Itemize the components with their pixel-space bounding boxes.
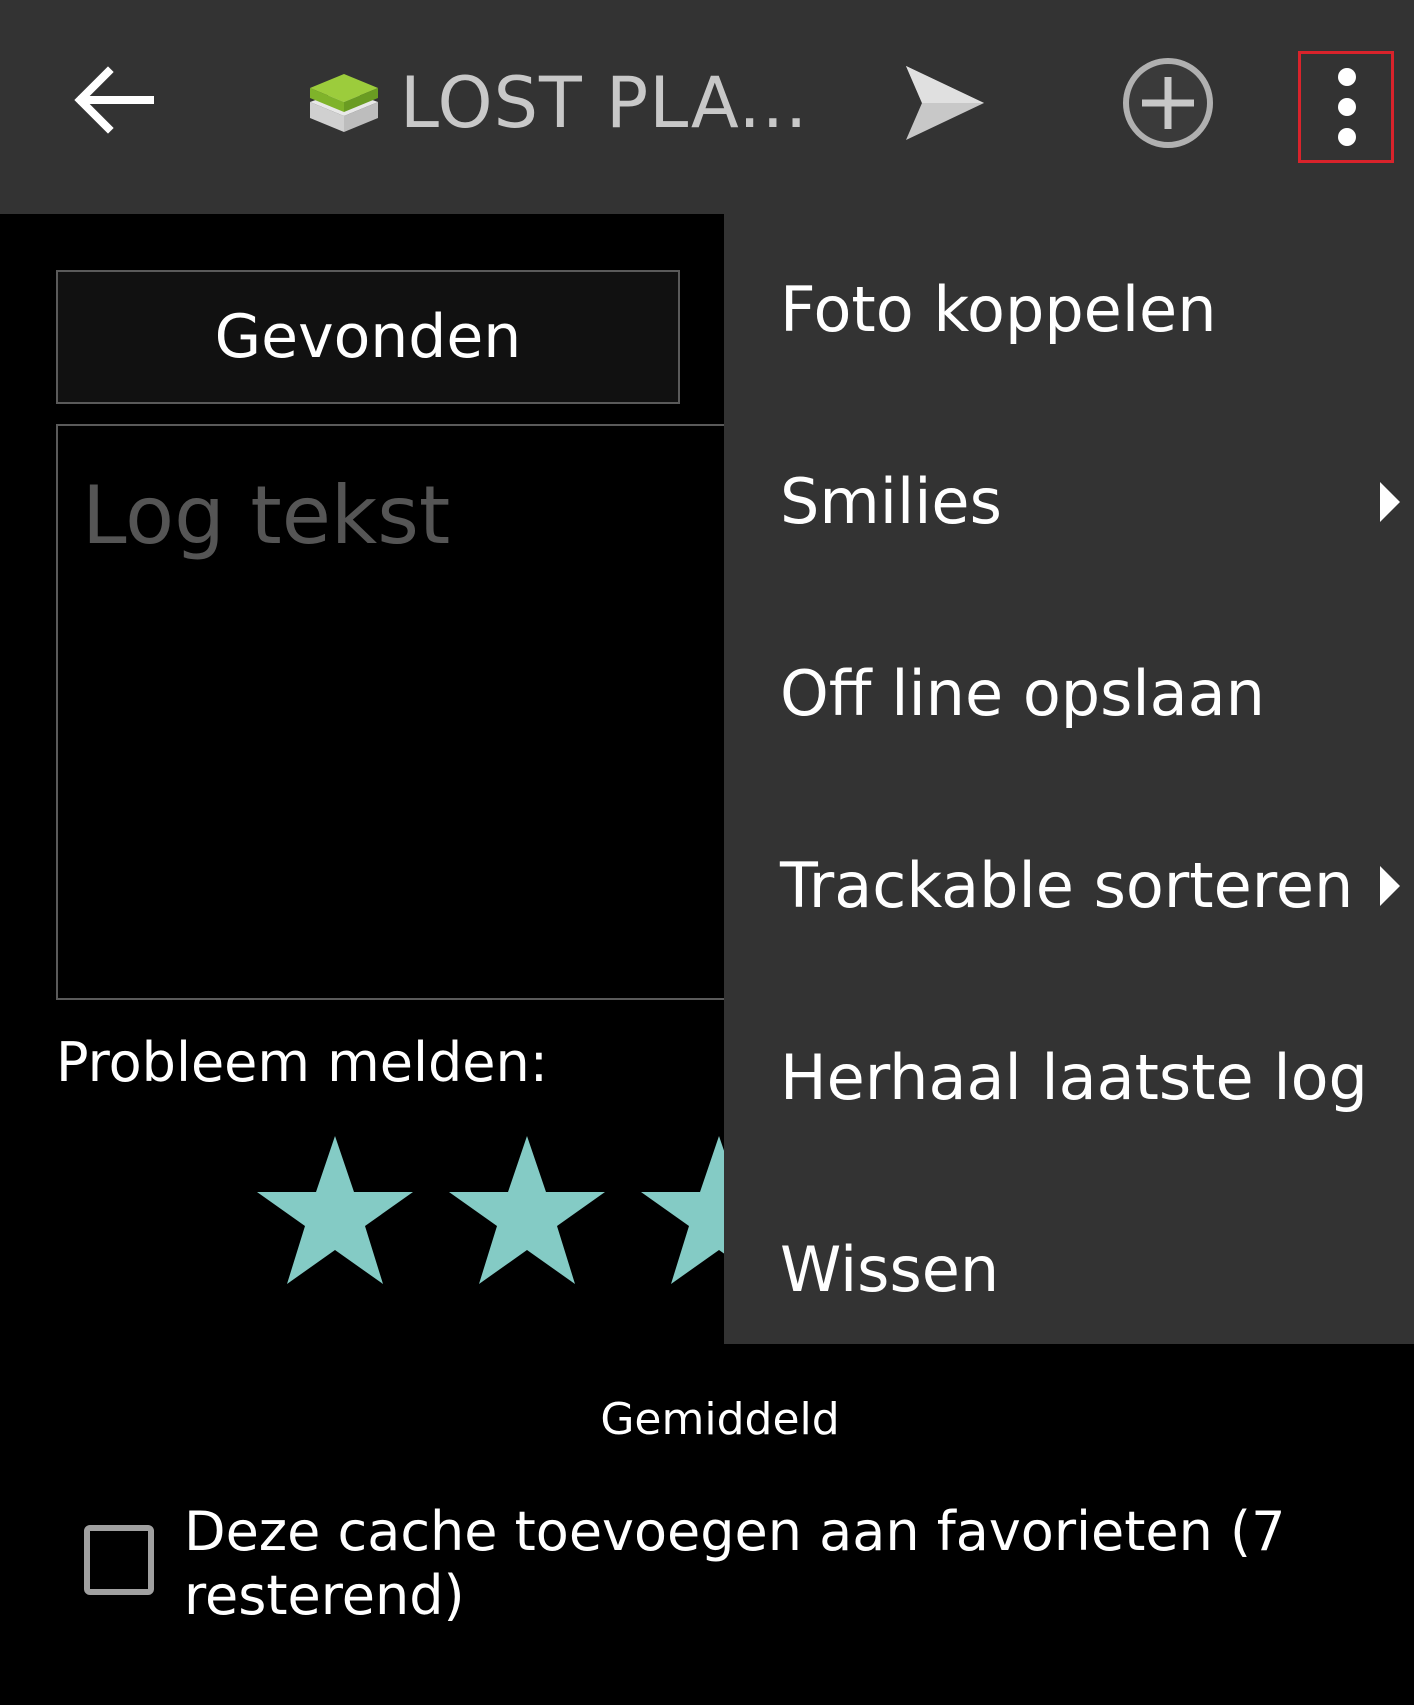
menu-item-label: Herhaal laatste log	[780, 1041, 1368, 1114]
menu-item-trackable-sorteren[interactable]: Trackable sorteren	[724, 790, 1414, 982]
back-arrow-icon	[74, 66, 154, 134]
submenu-arrow-icon	[1380, 482, 1400, 522]
star-icon[interactable]	[447, 1132, 607, 1292]
menu-item-offline-opslaan[interactable]: Off line opslaan	[724, 598, 1414, 790]
menu-item-smilies[interactable]: Smilies	[724, 406, 1414, 598]
rating-label: Gemiddeld	[600, 1394, 840, 1445]
overflow-menu-button[interactable]	[1298, 51, 1394, 163]
cache-icon	[306, 68, 382, 138]
app-bar: LOST PLA...	[0, 0, 1414, 214]
favorite-label[interactable]: Deze cache toevoegen aan favorieten (7 r…	[184, 1500, 1384, 1628]
menu-item-wissen[interactable]: Wissen	[724, 1174, 1414, 1366]
menu-item-label: Smilies	[780, 465, 1002, 538]
menu-item-label: Foto koppelen	[780, 273, 1217, 346]
log-text-input[interactable]: Log tekst	[56, 424, 756, 1000]
menu-item-foto-koppelen[interactable]: Foto koppelen	[724, 214, 1414, 406]
log-text-placeholder: Log tekst	[82, 469, 451, 562]
problem-label: Probleem melden:	[56, 1031, 548, 1094]
submenu-arrow-icon	[1380, 866, 1400, 906]
star-icon[interactable]	[255, 1132, 415, 1292]
page-title: LOST PLA...	[400, 62, 809, 144]
add-button[interactable]	[1120, 55, 1216, 151]
overflow-menu-icon-dot	[1338, 128, 1356, 146]
send-button[interactable]	[900, 58, 990, 148]
menu-item-label: Off line opslaan	[780, 657, 1265, 730]
log-type-select[interactable]: Gevonden	[56, 270, 680, 404]
send-icon	[906, 66, 984, 140]
menu-item-label: Wissen	[780, 1233, 1000, 1306]
menu-item-herhaal-laatste-log[interactable]: Herhaal laatste log	[724, 982, 1414, 1174]
back-button[interactable]	[62, 50, 162, 150]
overflow-menu: Foto koppelen Smilies Off line opslaan T…	[724, 214, 1414, 1344]
add-circle-icon	[1123, 58, 1213, 148]
menu-item-label: Trackable sorteren	[780, 849, 1354, 922]
favorite-checkbox[interactable]	[84, 1525, 154, 1595]
overflow-menu-icon-dot	[1338, 98, 1356, 116]
overflow-menu-icon	[1338, 68, 1356, 86]
